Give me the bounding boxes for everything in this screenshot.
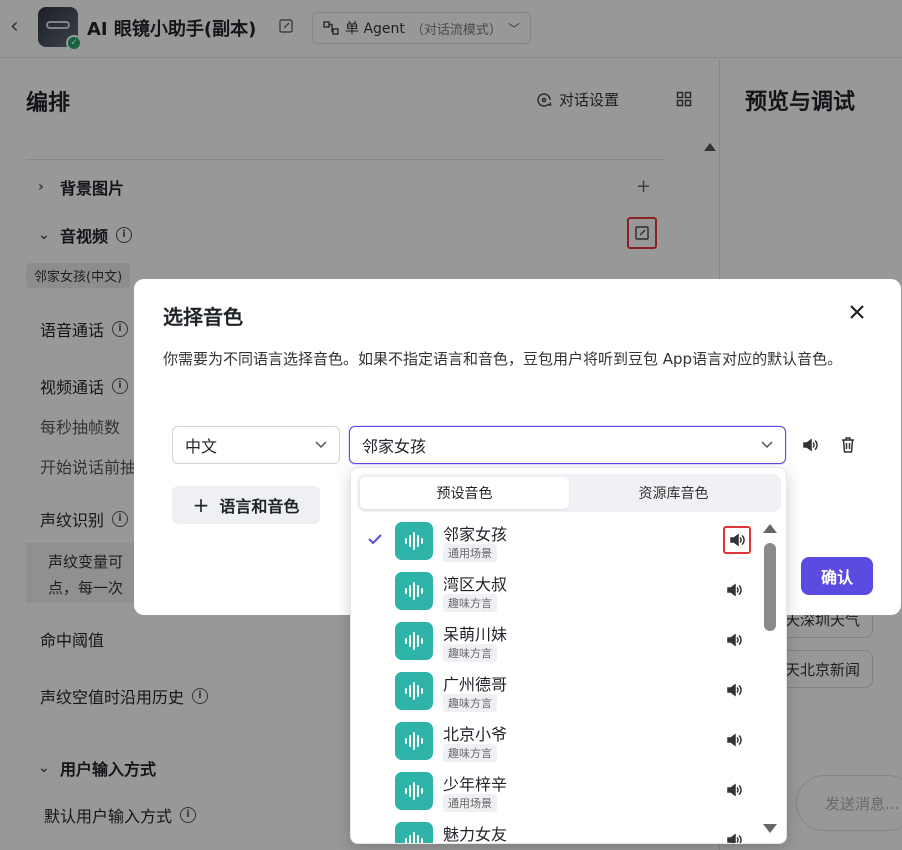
voice-wave-icon — [395, 572, 433, 610]
voice-category-tag: 通用场景 — [443, 794, 497, 812]
speaker-icon[interactable] — [725, 831, 743, 843]
voice-wave-icon — [395, 622, 433, 660]
voice-name: 北京小爷 — [443, 725, 508, 744]
voice-list: 邻家女孩 通用场景 湾区大叔 趣味方言 呆萌川妹 趣味方言 广州德哥 趣味方言 北京小爷 趣味方言… — [351, 518, 761, 844]
voice-wave-icon — [395, 672, 433, 710]
voice-select[interactable]: 邻家女孩 — [349, 426, 786, 464]
voice-dropdown: 预设音色 资源库音色 邻家女孩 通用场景 湾区大叔 趣味方言 呆萌川妹 趣味方言 广州德哥趣… — [350, 467, 787, 844]
voice-source-tabs: 预设音色 资源库音色 — [357, 474, 781, 512]
voice-name: 湾区大叔 — [443, 575, 508, 594]
check-icon — [368, 534, 382, 545]
language-value: 中文 — [185, 437, 218, 456]
voice-category-tag: 趣味方言 — [443, 744, 497, 762]
voice-option[interactable]: 广州德哥 趣味方言 — [351, 668, 761, 718]
dialog-title: 选择音色 — [163, 305, 243, 329]
voice-option[interactable]: 少年梓辛 通用场景 — [351, 768, 761, 818]
voice-wave-icon — [395, 722, 433, 760]
add-button-label: 语言和音色 — [219, 497, 300, 516]
tab-preset-voices[interactable]: 预设音色 — [360, 477, 569, 509]
tab-library-voices[interactable]: 资源库音色 — [569, 477, 778, 509]
speaker-icon[interactable] — [725, 581, 743, 599]
voice-category-tag: 趣味方言 — [443, 694, 497, 712]
voice-option[interactable]: 湾区大叔 趣味方言 — [351, 568, 761, 618]
voice-category-tag: 通用场景 — [443, 544, 497, 562]
close-icon[interactable] — [846, 301, 868, 323]
scroll-down-arrow[interactable] — [763, 824, 777, 833]
voice-name: 少年梓辛 — [443, 775, 508, 794]
voice-category-tag: 趣味方言 — [443, 644, 497, 662]
confirm-button[interactable]: 确认 — [801, 557, 873, 595]
voice-wave-icon — [395, 522, 433, 560]
voice-option[interactable]: 北京小爷 趣味方言 — [351, 718, 761, 768]
trash-icon[interactable] — [840, 436, 856, 454]
voice-name: 呆萌川妹 — [443, 625, 508, 644]
scroll-up-arrow[interactable] — [763, 524, 777, 533]
plus-icon: + — [192, 493, 210, 517]
voice-option[interactable]: 呆萌川妹 趣味方言 — [351, 618, 761, 668]
dialog-description: 你需要为不同语言选择音色。如果不指定语言和音色，豆包用户将听到豆包 App语言对… — [163, 350, 843, 368]
speaker-icon[interactable] — [725, 731, 743, 749]
speaker-icon[interactable] — [725, 631, 743, 649]
voice-option[interactable]: 魅力女友 — [351, 818, 761, 844]
speaker-icon[interactable] — [723, 526, 751, 554]
chevron-down-icon — [761, 441, 773, 449]
voice-name: 魅力女友 — [443, 825, 508, 844]
chevron-down-icon — [315, 441, 327, 449]
voice-name: 广州德哥 — [443, 675, 508, 694]
add-language-voice-button[interactable]: + 语言和音色 — [172, 486, 320, 524]
voice-wave-icon — [395, 822, 433, 843]
voice-name: 邻家女孩 — [443, 525, 508, 544]
voice-wave-icon — [395, 772, 433, 810]
speaker-icon[interactable] — [725, 681, 743, 699]
language-select[interactable]: 中文 — [172, 426, 340, 464]
voice-category-tag: 趣味方言 — [443, 594, 497, 612]
scrollbar-thumb[interactable] — [764, 543, 776, 631]
voice-value: 邻家女孩 — [362, 437, 427, 456]
voice-option[interactable]: 邻家女孩 通用场景 — [351, 518, 761, 568]
speaker-icon[interactable] — [725, 781, 743, 799]
speaker-icon[interactable] — [801, 436, 819, 454]
